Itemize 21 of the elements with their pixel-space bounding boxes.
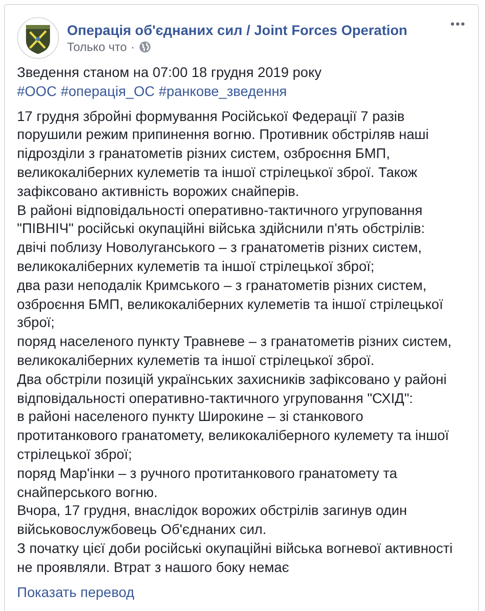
post-paragraph: поряд населеного пункту Травневе – з гранатометів різних систем, великокаліберних кулеметів та іншої стрілецької зброї.	[17, 332, 453, 370]
hashtag-link[interactable]: #ООС	[17, 82, 57, 101]
page-name-link[interactable]: Операція об'єднаних сил / Joint Forces Operation	[67, 21, 442, 39]
timestamp-link[interactable]: Только что	[67, 39, 127, 55]
post-paragraph: поряд Мар'інки – з ручного протитанкового гранатомету та снайперського вогню.	[17, 464, 398, 502]
avatar[interactable]	[17, 17, 59, 59]
post-paragraph: в районі населеного пункту Широкине – зі станкового протитанкового гранатомету, великокаліберного кулемету та іншої стрілецької зброї;	[17, 407, 450, 464]
separator: ·	[130, 39, 135, 55]
post-paragraph: В районі відповідальності оперативно-тактичного угруповання "ПІВНІЧ" російські окупаційні війська здійснили п'ять обстрілів:	[17, 200, 426, 238]
post-paragraph: два рази неподалік Кримського – з гранатометів різних систем, озброєння БМП, великокаліберних кулеметів та іншої стрілецької зброї;	[17, 276, 444, 332]
hashtag-link[interactable]: #ранкове_зведення	[158, 82, 287, 101]
post-paragraph: Вчора, 17 грудня, внаслідок ворожих обстрілів загинув один військовослужбовець Об'єднаних сил.	[17, 501, 408, 539]
post-paragraph: 17 грудня збройні формування Російської Федерації 7 разів порушили режим припинення вогню. Противник обстріляв наші підрозділи з гранатометів різних систем, озброєння БМП, великокаліберних кулеметів та іншої стрілецької зброї. Також зафіксовано активність ворожих снайперів.	[17, 106, 430, 201]
post-paragraph: Два обстріли позицій українських захисників зафіксовано у районі відповідальності оперативно-тактичного угруповання "СХІД":	[17, 370, 448, 408]
globe-icon[interactable]	[138, 41, 151, 53]
post-headline: Зведення станом на 07:00 18 грудня 2019 року	[17, 63, 322, 82]
post-paragraph: двічі поблизу Новолуганського – з гранатометів різних систем, великокаліберних кулеметів та іншої стрілецької зброї;	[17, 238, 423, 276]
post-paragraph: З початку цієї доби російські окупаційні війська вогневої активності не проявляли. Втрат з нашого боку немає	[17, 538, 454, 577]
hashtag-link[interactable]: #операція_ОС	[60, 82, 155, 101]
translate-link[interactable]: Показать перевод	[17, 582, 134, 602]
more-options-button[interactable]: •••	[450, 17, 466, 31]
